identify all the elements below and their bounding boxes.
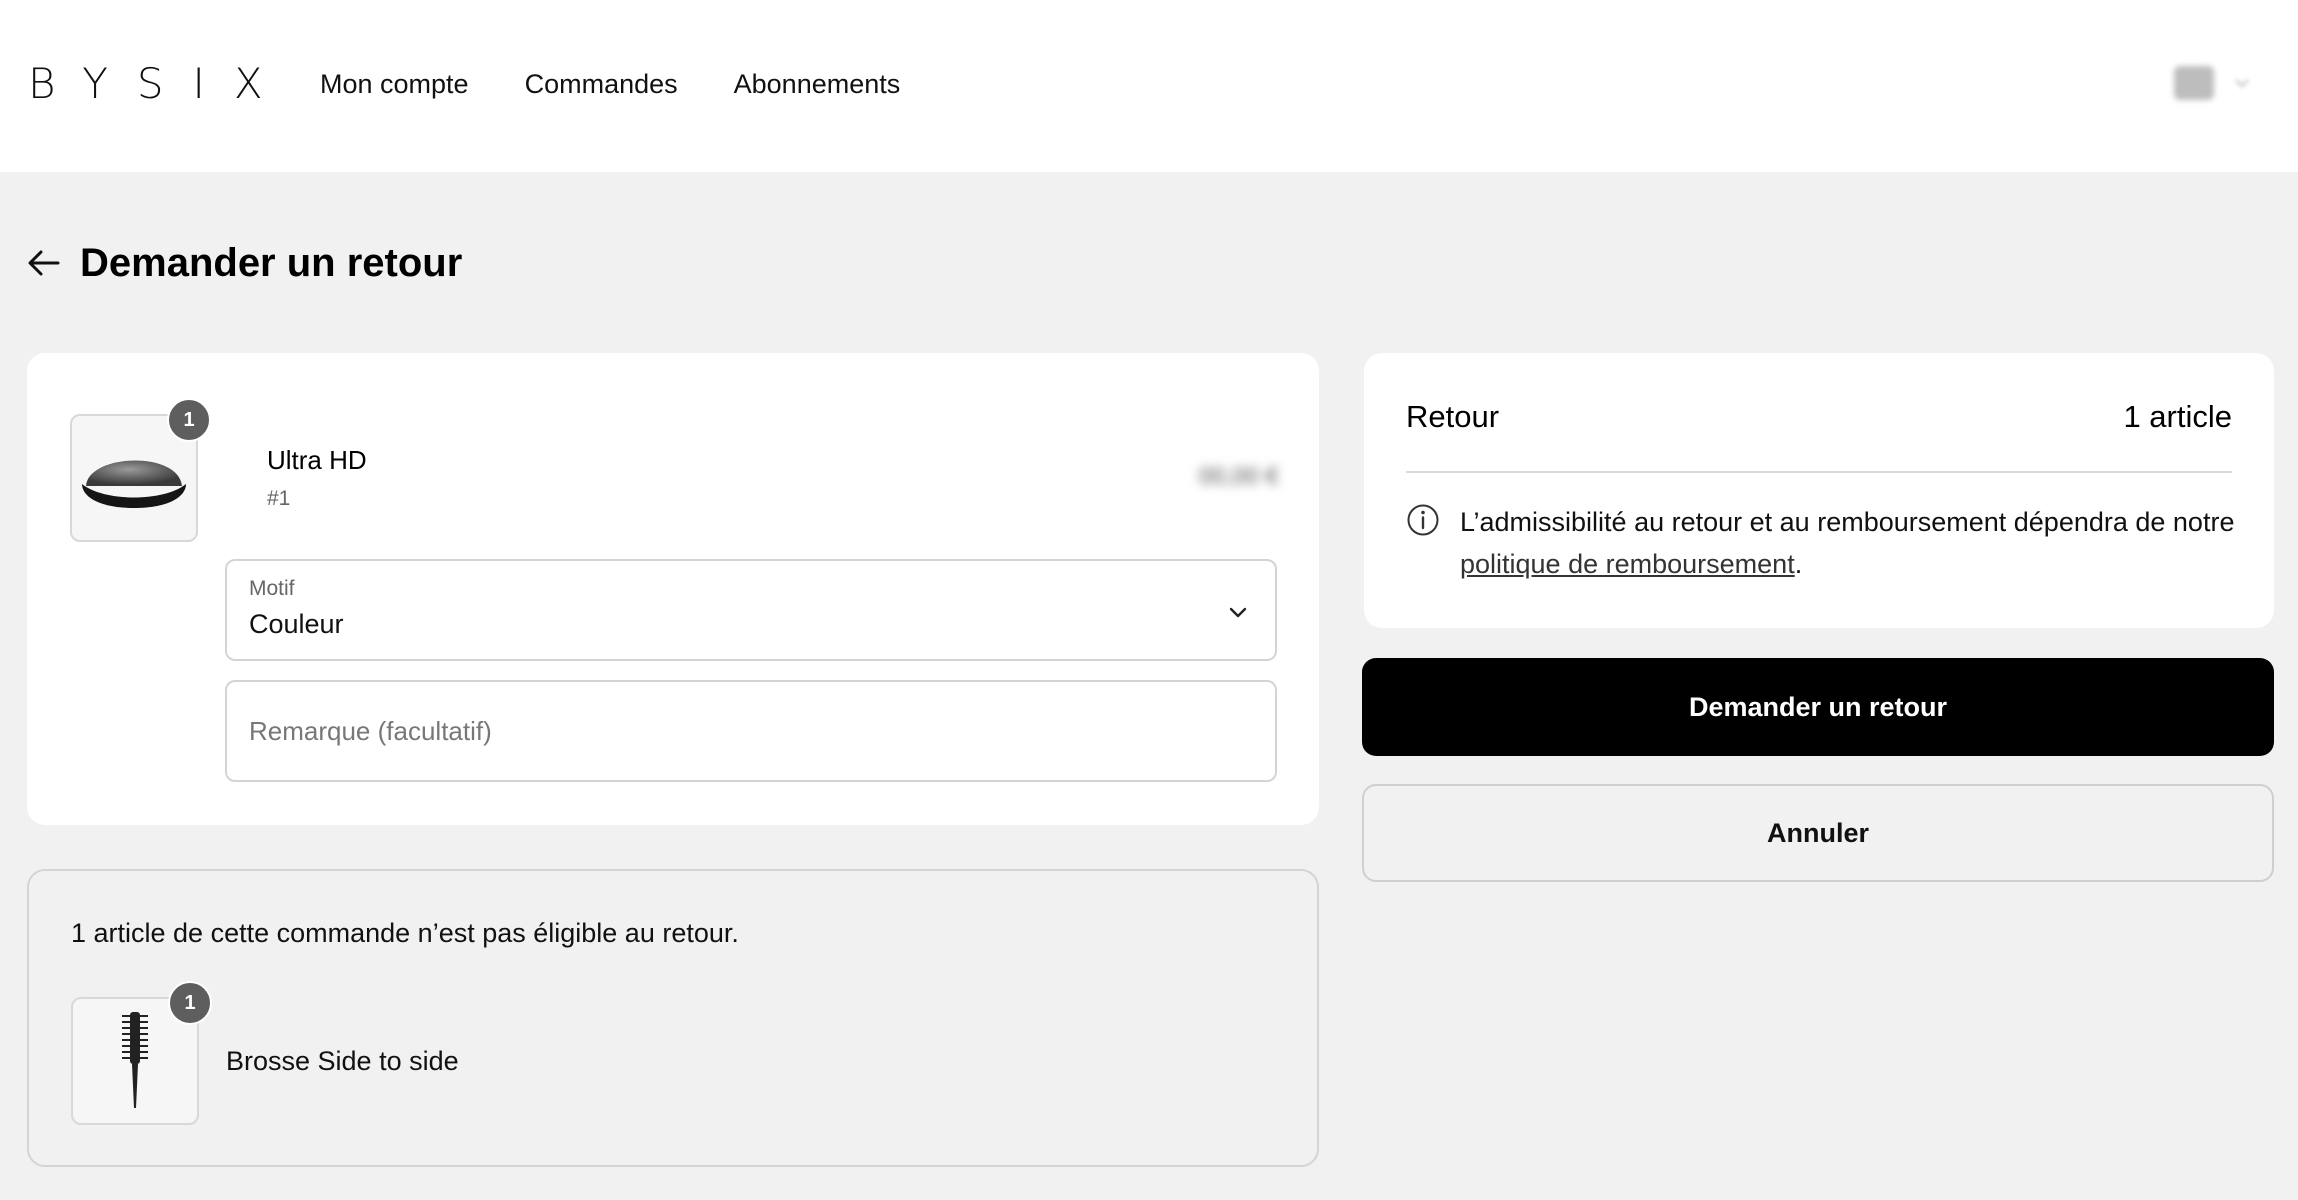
info-suffix: .	[1794, 549, 1803, 579]
nav-item-commandes[interactable]: Commandes	[525, 66, 678, 102]
brand-logo[interactable]: BYSIX	[28, 62, 292, 106]
ineligible-message: 1 article de cette commande n’est pas él…	[71, 918, 739, 948]
nav-item-mon-compte[interactable]: Mon compte	[320, 66, 469, 102]
chevron-down-icon	[2235, 79, 2249, 88]
reason-select[interactable]: Motif Couleur	[225, 559, 1277, 661]
return-summary-card: Retour 1 article L’admissibilité au reto…	[1364, 353, 2274, 628]
page-title: Demander un retour	[80, 241, 463, 285]
main-nav: Mon compte Commandes Abonnements	[320, 66, 900, 102]
refund-policy-notice: L’admissibilité au retour et au rembours…	[1460, 501, 2240, 585]
ineligible-items-card: 1 article de cette commande n’est pas él…	[27, 869, 1319, 1167]
brush-image-icon	[122, 1012, 148, 1108]
divider	[1406, 471, 2232, 473]
product-sku: #1	[267, 487, 291, 510]
reason-value: Couleur	[249, 609, 344, 639]
arrow-left-icon[interactable]	[26, 245, 62, 281]
summary-count: 1 article	[2123, 399, 2232, 434]
info-icon	[1407, 504, 1439, 536]
account-menu[interactable]	[2174, 66, 2250, 100]
product-price: 00,00 €	[1198, 463, 1279, 490]
summary-label: Retour	[1406, 399, 1500, 434]
chevron-down-icon	[1229, 607, 1247, 618]
product-name: Ultra HD	[267, 445, 367, 475]
refund-policy-link[interactable]: politique de remboursement	[1460, 549, 1795, 579]
request-return-button[interactable]: Demander un retour	[1362, 658, 2274, 756]
top-header: BYSIX Mon compte Commandes Abonnements	[0, 0, 2298, 172]
remark-input[interactable]	[225, 680, 1277, 782]
ineligible-product-name: Brosse Side to side	[226, 1046, 459, 1076]
avatar[interactable]	[2174, 66, 2214, 100]
quantity-badge: 1	[167, 398, 211, 442]
info-text: L’admissibilité au retour et au rembours…	[1460, 507, 2235, 537]
reason-label: Motif	[249, 577, 295, 600]
nav-item-abonnements[interactable]: Abonnements	[734, 66, 901, 102]
quantity-badge: 1	[168, 981, 212, 1025]
return-item-card: 1 Ultra HD #1 00,00 € Motif Couleur	[27, 353, 1319, 825]
page-title-row: Demander un retour	[26, 238, 462, 288]
cancel-button[interactable]: Annuler	[1362, 784, 2274, 882]
